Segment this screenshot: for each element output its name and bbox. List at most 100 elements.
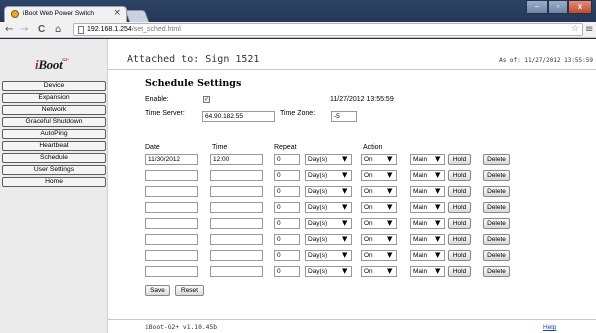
enable-checkbox[interactable]: ✓: [203, 96, 210, 103]
dropdown-arrow-icon[interactable]: ▼: [387, 187, 392, 195]
sidebar-item-network[interactable]: Network: [2, 105, 106, 115]
time-input[interactable]: [210, 218, 263, 229]
delete-button[interactable]: Delete: [483, 218, 510, 229]
dropdown-arrow-icon[interactable]: ▼: [342, 187, 347, 195]
date-input[interactable]: [145, 186, 198, 197]
forward-icon[interactable]: →: [20, 23, 28, 37]
address-bar[interactable]: 192.168.1.254/set_sched.html ☆: [73, 23, 583, 36]
attached-to-label: Attached to: Sign 1521: [127, 54, 260, 65]
delete-button[interactable]: Delete: [483, 170, 510, 181]
sidebar-item-graceful-shutdown[interactable]: Graceful Shutdown: [2, 117, 106, 127]
dropdown-arrow-icon[interactable]: ▼: [387, 155, 392, 163]
repeat-value-input[interactable]: 0: [274, 234, 300, 245]
tab-close-icon[interactable]: ×: [113, 8, 121, 18]
reset-button[interactable]: Reset: [175, 285, 204, 296]
main-content: Attached to: Sign 1521 As of: 11/27/2012…: [108, 39, 596, 333]
hold-button[interactable]: Hold: [448, 234, 471, 245]
delete-button[interactable]: Delete: [483, 202, 510, 213]
sidebar-item-expansion[interactable]: Expansion: [2, 93, 106, 103]
date-input[interactable]: 11/30/2012: [145, 154, 198, 165]
time-input[interactable]: [210, 266, 263, 277]
help-link[interactable]: Help: [543, 324, 556, 331]
hold-button[interactable]: Hold: [448, 186, 471, 197]
hold-button[interactable]: Hold: [448, 266, 471, 277]
dropdown-arrow-icon[interactable]: ▼: [342, 219, 347, 227]
hold-button[interactable]: Hold: [448, 218, 471, 229]
date-input[interactable]: [145, 202, 198, 213]
sidebar-item-autoping[interactable]: AutoPing: [2, 129, 106, 139]
dropdown-arrow-icon[interactable]: ▼: [342, 235, 347, 243]
dropdown-arrow-icon[interactable]: ▼: [342, 251, 347, 259]
date-input[interactable]: [145, 170, 198, 181]
dropdown-arrow-icon[interactable]: ▼: [342, 267, 347, 275]
browser-toolbar: ← → C ⌂ 192.168.1.254/set_sched.html ☆ ≡: [0, 22, 596, 38]
iboot-logo: iBootG2+: [35, 57, 69, 72]
repeat-value-input[interactable]: 0: [274, 266, 300, 277]
date-input[interactable]: [145, 250, 198, 261]
dropdown-arrow-icon[interactable]: ▼: [435, 171, 440, 179]
time-server-input[interactable]: 64.90.182.55: [202, 111, 275, 122]
time-zone-input[interactable]: -5: [331, 111, 357, 122]
date-input[interactable]: [145, 234, 198, 245]
delete-button[interactable]: Delete: [483, 234, 510, 245]
repeat-value-input[interactable]: 0: [274, 218, 300, 229]
time-server-label: Time Server:: [145, 110, 185, 117]
delete-button[interactable]: Delete: [483, 250, 510, 261]
column-date: Date: [145, 144, 160, 151]
hold-button[interactable]: Hold: [448, 202, 471, 213]
dropdown-arrow-icon[interactable]: ▼: [435, 235, 440, 243]
new-tab-button[interactable]: [124, 10, 150, 22]
dropdown-arrow-icon[interactable]: ▼: [342, 203, 347, 211]
dropdown-arrow-icon[interactable]: ▼: [435, 251, 440, 259]
time-input[interactable]: [210, 186, 263, 197]
window-close-button[interactable]: x: [568, 0, 592, 14]
dropdown-arrow-icon[interactable]: ▼: [387, 251, 392, 259]
dropdown-arrow-icon[interactable]: ▼: [435, 219, 440, 227]
time-input[interactable]: [210, 202, 263, 213]
time-input[interactable]: [210, 170, 263, 181]
repeat-value-input[interactable]: 0: [274, 202, 300, 213]
date-input[interactable]: [145, 266, 198, 277]
window-maximize-button[interactable]: ▫: [548, 0, 568, 14]
sidebar-item-user-settings[interactable]: User Settings: [2, 165, 106, 175]
time-input[interactable]: 12:00: [210, 154, 263, 165]
bookmark-star-icon[interactable]: ☆: [571, 23, 579, 34]
dropdown-arrow-icon[interactable]: ▼: [435, 267, 440, 275]
repeat-value-input[interactable]: 0: [274, 154, 300, 165]
dropdown-arrow-icon[interactable]: ▼: [387, 219, 392, 227]
home-icon[interactable]: ⌂: [55, 23, 61, 37]
time-input[interactable]: [210, 250, 263, 261]
dropdown-arrow-icon[interactable]: ▼: [387, 235, 392, 243]
time-input[interactable]: [210, 234, 263, 245]
repeat-value-input[interactable]: 0: [274, 170, 300, 181]
date-input[interactable]: [145, 218, 198, 229]
sidebar-item-schedule[interactable]: Schedule: [2, 153, 106, 163]
time-zone-label: Time Zone:: [280, 110, 316, 117]
hold-button[interactable]: Hold: [448, 154, 471, 165]
save-button[interactable]: Save: [145, 285, 170, 296]
repeat-value-input[interactable]: 0: [274, 186, 300, 197]
dropdown-arrow-icon[interactable]: ▼: [435, 155, 440, 163]
repeat-value-input[interactable]: 0: [274, 250, 300, 261]
dropdown-arrow-icon[interactable]: ▼: [387, 203, 392, 211]
dropdown-arrow-icon[interactable]: ▼: [435, 187, 440, 195]
dropdown-arrow-icon[interactable]: ▼: [387, 171, 392, 179]
browser-menu-icon[interactable]: ≡: [585, 24, 593, 35]
tab-title: iBoot Web Power Switch: [23, 10, 95, 17]
hold-button[interactable]: Hold: [448, 170, 471, 181]
dropdown-arrow-icon[interactable]: ▼: [342, 155, 347, 163]
dropdown-arrow-icon[interactable]: ▼: [342, 171, 347, 179]
sidebar-item-home[interactable]: Home: [2, 177, 106, 187]
hold-button[interactable]: Hold: [448, 250, 471, 261]
window-minimize-button[interactable]: –: [526, 0, 548, 14]
sidebar-item-heartbeat[interactable]: Heartbeat: [2, 141, 106, 151]
reload-icon[interactable]: C: [38, 23, 45, 37]
dropdown-arrow-icon[interactable]: ▼: [435, 203, 440, 211]
delete-button[interactable]: Delete: [483, 266, 510, 277]
delete-button[interactable]: Delete: [483, 186, 510, 197]
browser-tab[interactable]: iBoot Web Power Switch ×: [4, 6, 127, 22]
sidebar-item-device[interactable]: Device: [2, 81, 106, 91]
delete-button[interactable]: Delete: [483, 154, 510, 165]
dropdown-arrow-icon[interactable]: ▼: [387, 267, 392, 275]
back-icon[interactable]: ←: [5, 23, 13, 37]
